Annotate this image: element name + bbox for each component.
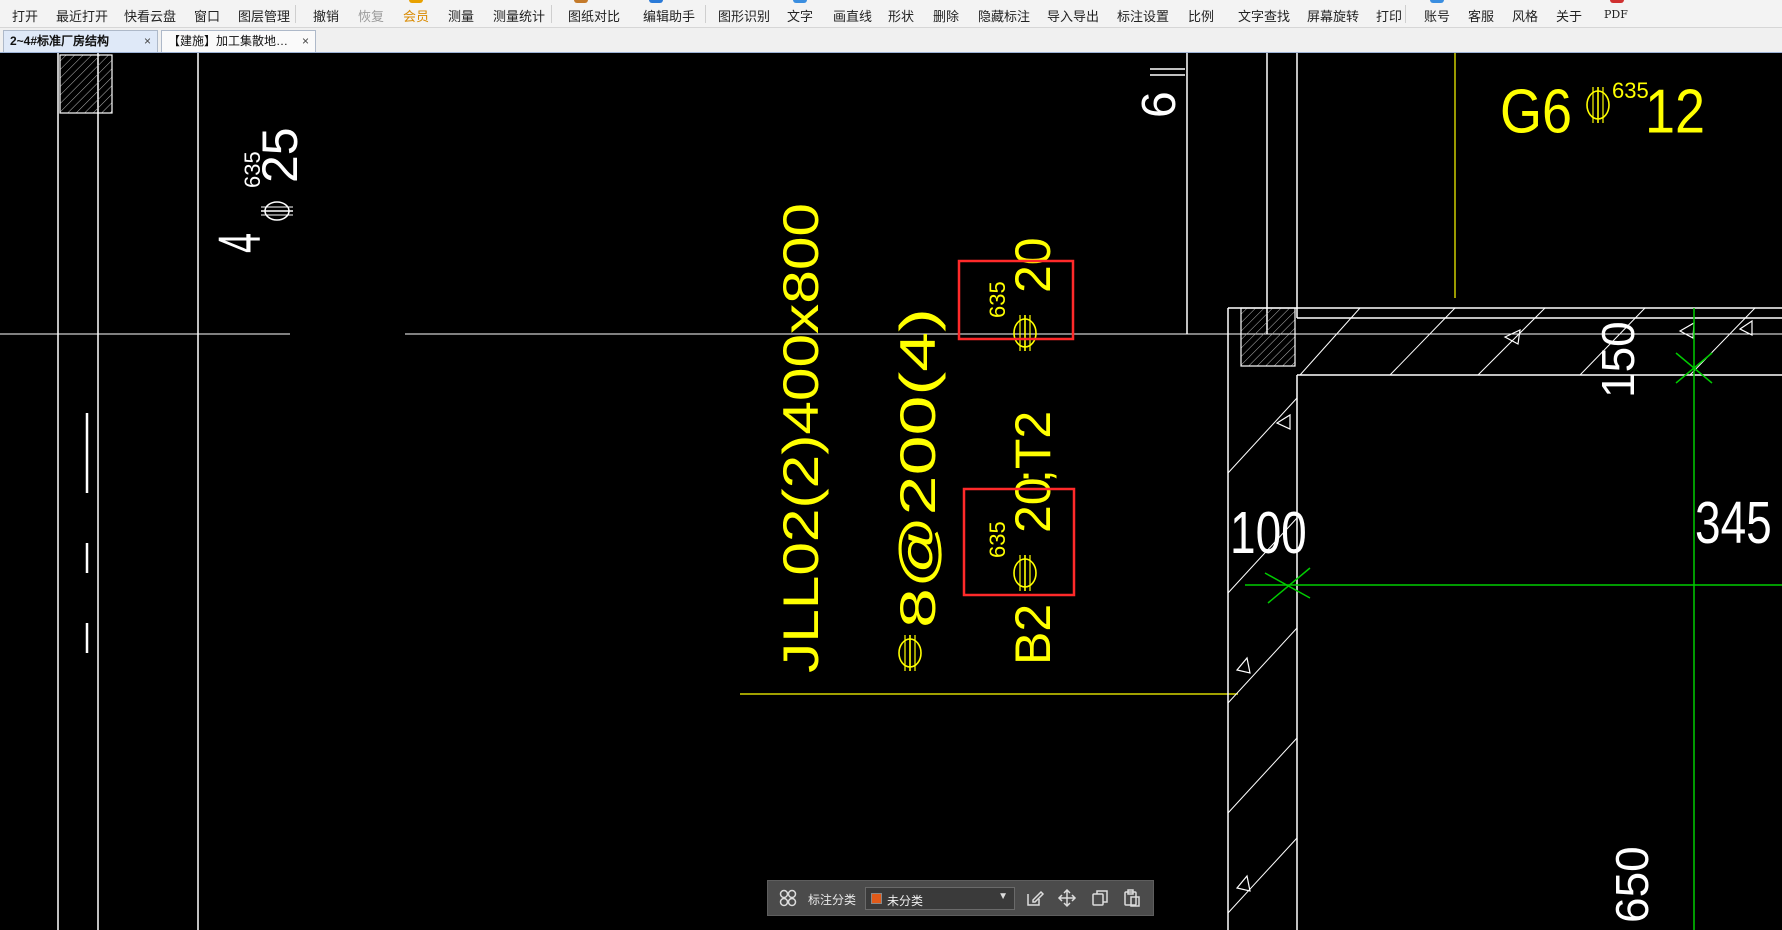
phi-icon [1013,554,1037,592]
svg-text:12: 12 [1645,77,1705,146]
hatched-column-right [1240,307,1296,367]
svg-text:20: 20 [1005,237,1061,293]
left-wall [57,53,199,930]
svg-text:B2: B2 [1005,604,1061,665]
tab-label: 【建施】加工集散地… [168,34,289,48]
tab-document-1[interactable]: 2~4#标准厂房结构 × [3,30,158,52]
drawing-canvas[interactable]: 4 635 25 6 G6 635 12 JLL02(2)400x800 8@2… [0,53,1782,930]
svg-text:650: 650 [1606,846,1658,923]
svg-text:345: 345 [1695,490,1772,556]
svg-text:;T2: ;T2 [1005,411,1061,483]
menu-separator [1405,5,1406,23]
menu-item-20[interactable]: 标注设置 [1117,6,1169,25]
menu-item-19[interactable]: 导入导出 [1047,6,1099,25]
menu-item-10[interactable]: 测量统计 [493,6,545,25]
dimension-100: 100 [1230,500,1307,566]
svg-text:150: 150 [1592,321,1644,398]
menu-item-26[interactable]: 客服 [1468,6,1494,25]
menu-item-2[interactable]: 最近打开 [56,6,108,25]
rebar-note-g6: G6 [1500,77,1572,146]
svg-text:20: 20 [1005,477,1061,533]
edit-icon[interactable] [1025,888,1045,908]
dimension-345: 345 [1695,490,1772,556]
annotation-toolbar: 标注分类 未分类 ▼ [767,880,1154,916]
chevron-down-icon: ▼ [998,891,1008,902]
menu-item-5[interactable]: 图层管理 [238,6,290,25]
menu-item-18[interactable]: 隐藏标注 [978,6,1030,25]
menu-icon-29 [1610,0,1624,3]
menu-item-24[interactable]: 打印 [1376,6,1402,25]
right-wall [1227,307,1782,930]
svg-text:100: 100 [1230,500,1307,566]
svg-text:8@200(4): 8@200(4) [890,308,946,628]
menu-icon-12 [649,0,663,3]
svg-text:635: 635 [1612,78,1649,103]
menu-item-12[interactable]: 编辑助手 [643,6,695,25]
move-icon[interactable] [1057,888,1077,908]
close-icon[interactable]: × [302,31,309,51]
tab-bar: 2~4#标准厂房结构 × 【建施】加工集散地… × [0,28,1782,53]
menu-item-7[interactable]: 恢复 [358,6,384,25]
menu-bar: 打开 最近打开 快看云盘 窗口 图层管理 撤销 恢复 会员 测量 测量统计 图纸对比 编辑助手 图形识别… [0,0,1782,28]
phi-icon [1013,314,1037,352]
reinforcement-label: B2 [1005,604,1061,665]
menu-item-14[interactable]: 文字 [787,6,813,25]
menu-item-21[interactable]: 比例 [1188,6,1214,25]
menu-item-11[interactable]: 图纸对比 [568,6,620,25]
menu-icon-14 [793,0,807,3]
svg-text:25: 25 [252,127,308,183]
dimension-150-top: 150 [1592,321,1644,398]
paste-icon[interactable] [1122,888,1142,908]
menu-item-16[interactable]: 形状 [888,6,914,25]
grid-icon[interactable] [778,888,798,908]
menu-item-28[interactable]: 关于 [1556,6,1582,25]
tab-label: 2~4#标准厂房结构 [10,34,110,48]
phi-icon [260,201,294,221]
menu-item-1[interactable]: 打开 [12,6,38,25]
menu-item-3[interactable]: 快看云盘 [124,6,176,25]
menu-item-4[interactable]: 窗口 [194,6,220,25]
menu-separator [295,5,296,23]
category-select[interactable]: 未分类 ▼ [865,887,1015,910]
menu-item-23[interactable]: 屏幕旋转 [1307,6,1359,25]
hatched-column-left [59,54,113,114]
rebar-note-4phi25: 4 [206,233,273,253]
menu-separator [705,5,706,23]
menu-item-22[interactable]: 文字查找 [1238,6,1290,25]
dimension-150-bottom: 650 [1606,846,1658,923]
grid-axis-green [1245,308,1782,930]
menu-separator [551,5,552,23]
phi-icon [1586,86,1610,124]
menu-item-29[interactable]: PDF [1604,8,1628,21]
category-color-swatch [871,893,882,904]
menu-icon-11 [574,0,588,3]
phi-icon [898,634,922,672]
menu-item-9[interactable]: 测量 [448,6,474,25]
menu-item-17[interactable]: 删除 [933,6,959,25]
close-icon[interactable]: × [144,31,151,51]
category-label: 标注分类 [808,893,857,907]
menu-item-25[interactable]: 账号 [1424,6,1450,25]
svg-text:4: 4 [206,233,273,253]
menu-item-13[interactable]: 图形识别 [718,6,770,25]
menu-item-27[interactable]: 风格 [1512,6,1538,25]
beam-label: JLL02(2)400x800 [773,203,829,673]
menu-icon-25 [1430,0,1444,3]
menu-item-15[interactable]: 画直线 [833,6,872,25]
menu-item-8[interactable]: 会员 [403,6,429,25]
menu-icon-8 [409,0,423,3]
tab-document-2[interactable]: 【建施】加工集散地… × [161,30,316,52]
category-value: 未分类 [887,894,924,908]
menu-item-6[interactable]: 撤销 [313,6,339,25]
stirrup-label: 8@200(4) [890,308,946,628]
copy-icon[interactable] [1090,888,1110,908]
svg-text:JLL02(2)400x800: JLL02(2)400x800 [773,203,829,673]
svg-text:6: 6 [1133,91,1186,118]
